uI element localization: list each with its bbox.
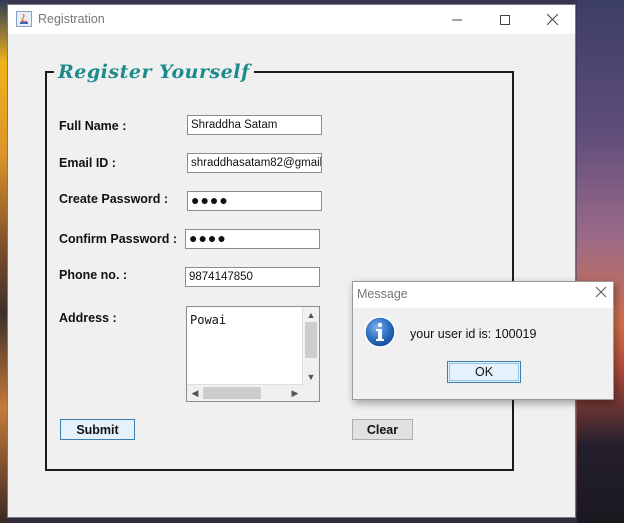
scroll-down-icon[interactable]: ▼ [303,369,319,385]
dialog-title: Message [357,287,408,301]
scroll-left-icon[interactable]: ◀ [187,385,203,401]
create-password-label: Create Password : [59,192,169,206]
email-label: Email ID : [59,156,116,170]
clear-button[interactable]: Clear [352,419,413,440]
full-name-label: Full Name : [59,119,127,133]
maximize-button[interactable] [482,5,527,34]
scroll-up-icon[interactable]: ▲ [303,307,319,323]
confirm-password-input[interactable]: ●●●● [185,229,320,249]
vertical-scroll-thumb[interactable] [305,322,317,358]
window-title: Registration [38,12,105,26]
minimize-button[interactable] [434,5,479,34]
scrollbar-corner [303,385,319,401]
submit-button[interactable]: Submit [60,419,135,440]
address-text: Powai [190,313,227,327]
message-dialog: Message your user id is: 100019 OK [352,281,614,400]
address-vertical-scrollbar[interactable]: ▲ ▼ [302,307,319,386]
phone-input[interactable]: 9874147850 [185,267,320,287]
register-heading: Register Yourself [54,61,254,83]
java-app-icon [16,11,32,27]
close-button[interactable] [530,5,575,34]
info-icon [364,316,396,348]
phone-label: Phone no. : [59,268,128,282]
dialog-message: your user id is: 100019 [410,327,537,341]
ok-button[interactable]: OK [447,361,521,383]
window-titlebar[interactable]: Registration [8,5,575,34]
email-input[interactable]: shraddhasatam82@gmail.c [187,153,322,173]
full-name-input[interactable]: Shraddha Satam [187,115,322,135]
registration-window: Registration Register Yourself Full Name… [7,4,576,518]
address-textarea[interactable]: Powai ▲ ▼ ◀ ▶ [186,306,320,402]
dialog-titlebar[interactable]: Message [353,282,613,308]
desktop-wallpaper-right [577,0,624,523]
scroll-right-icon[interactable]: ▶ [287,385,303,401]
create-password-input[interactable]: ●●●● [187,191,322,211]
address-horizontal-scrollbar[interactable]: ◀ ▶ [187,384,304,401]
address-label: Address : [59,311,117,325]
dialog-close-button[interactable] [595,286,607,301]
confirm-password-label: Confirm Password : [59,232,178,246]
horizontal-scroll-thumb[interactable] [203,387,261,399]
